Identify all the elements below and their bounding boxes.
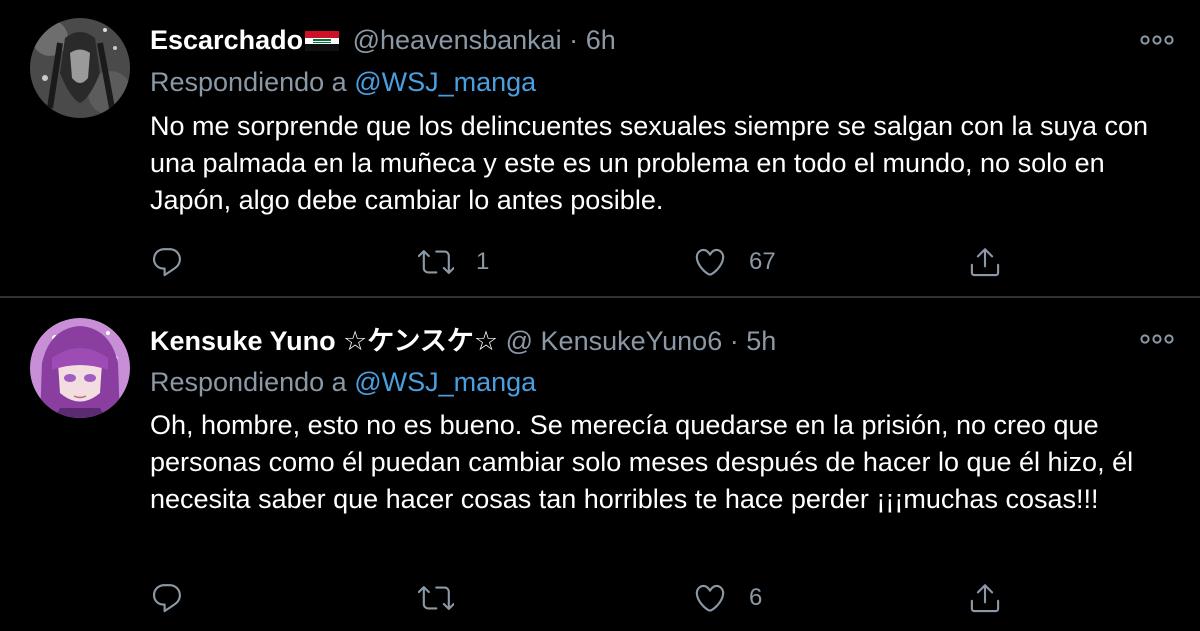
timestamp[interactable]: 6h xyxy=(586,25,616,55)
reply-button[interactable] xyxy=(150,242,184,282)
replying-to: Respondiendo a @WSJ_manga xyxy=(150,365,536,399)
separator-dot: · xyxy=(569,25,579,55)
reply-bubble-icon xyxy=(152,248,181,277)
reply-button[interactable] xyxy=(150,578,184,618)
share-icon xyxy=(970,248,1000,277)
more-horizontal-icon[interactable] xyxy=(1140,332,1174,346)
share-button[interactable] xyxy=(968,578,1002,618)
user-handle[interactable]: @ KensukeYuno6 xyxy=(506,326,723,356)
display-name[interactable]: Escarchado xyxy=(150,25,303,55)
timestamp[interactable]: 5h xyxy=(746,326,776,356)
like-count: 67 xyxy=(749,248,776,275)
tweet-actions: 6 xyxy=(150,578,1050,618)
share-icon xyxy=(970,584,1000,613)
retweet-button[interactable] xyxy=(418,578,454,618)
more-horizontal-icon[interactable] xyxy=(1140,33,1174,47)
heart-icon xyxy=(695,248,725,276)
retweet-button[interactable]: 1 xyxy=(418,242,489,282)
reply-bubble-icon xyxy=(152,584,181,613)
iraq-flag-icon xyxy=(305,31,340,51)
like-button[interactable]: 67 xyxy=(693,242,776,282)
like-button[interactable]: 6 xyxy=(693,578,762,618)
separator-dot: · xyxy=(729,326,739,356)
user-handle[interactable]: @heavensbankai xyxy=(353,25,562,55)
avatar[interactable] xyxy=(30,318,130,418)
tweet-header: Kensuke Yuno ☆ケンスケ☆ @ KensukeYuno6 · 5h xyxy=(150,324,776,358)
tweet[interactable]: Escarchado @heavensbankai · 6h Respondie… xyxy=(0,0,1200,296)
tweet-actions: 1 67 xyxy=(150,242,1050,282)
like-count: 6 xyxy=(749,584,763,611)
replying-to: Respondiendo a @WSJ_manga xyxy=(150,65,536,99)
tweet-text: Oh, hombre, esto no es bueno. Se merecía… xyxy=(150,410,1134,514)
share-button[interactable] xyxy=(968,242,1002,282)
replying-label: Respondiendo a xyxy=(150,367,347,397)
tweet-header: Escarchado @heavensbankai · 6h xyxy=(150,23,616,57)
replying-label: Respondiendo a xyxy=(150,67,347,97)
avatar[interactable] xyxy=(30,18,130,118)
tweet-text: No me sorprende que los delincuentes sex… xyxy=(150,111,1149,215)
display-name[interactable]: Kensuke Yuno ☆ケンスケ☆ xyxy=(150,326,498,356)
tweet-feed: Escarchado @heavensbankai · 6h Respondie… xyxy=(0,0,1200,631)
tweet[interactable]: Kensuke Yuno ☆ケンスケ☆ @ KensukeYuno6 · 5h … xyxy=(0,298,1200,631)
retweet-icon xyxy=(418,250,454,274)
mention-link[interactable]: @WSJ_manga xyxy=(354,67,536,97)
retweet-icon xyxy=(418,586,454,610)
retweet-count: 1 xyxy=(476,248,490,275)
heart-icon xyxy=(695,584,725,612)
mention-link[interactable]: @WSJ_manga xyxy=(354,367,536,397)
